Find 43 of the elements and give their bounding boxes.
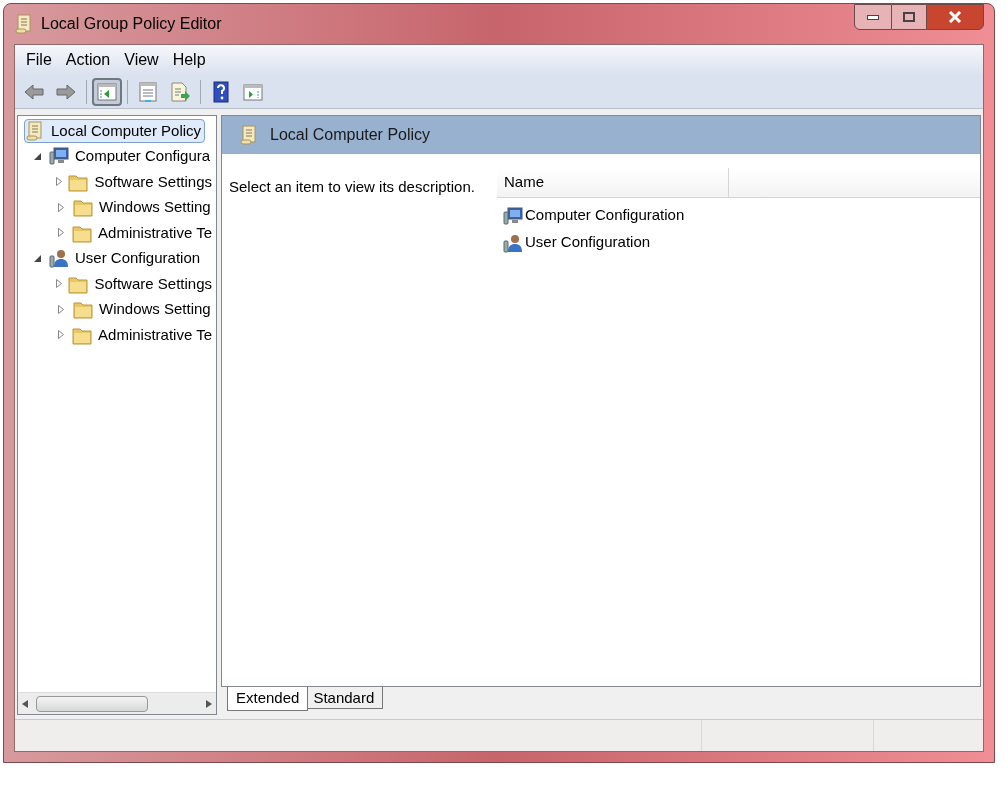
description-text: Select an item to view its description. xyxy=(229,178,475,195)
scroll-icon xyxy=(240,125,258,145)
maximize-icon xyxy=(903,12,915,22)
menu-item[interactable]: Help xyxy=(165,48,213,72)
menu-item[interactable]: View xyxy=(117,48,166,72)
close-button[interactable] xyxy=(926,4,984,30)
tree-item[interactable]: Software Settings xyxy=(67,169,216,194)
tree-item[interactable]: Local Computer Policy xyxy=(24,118,206,143)
horizontal-scrollbar[interactable] xyxy=(18,692,216,714)
tree-item[interactable]: Administrative Te xyxy=(71,322,216,347)
tree-item[interactable]: Windows Setting xyxy=(72,297,215,322)
tree-item[interactable]: User Configuration xyxy=(48,246,205,271)
menu-item[interactable]: File xyxy=(19,48,59,72)
menu-item[interactable]: Action xyxy=(58,48,118,72)
help-icon xyxy=(210,80,232,103)
folder-icon xyxy=(73,197,93,218)
tree-item[interactable]: Software Settings xyxy=(67,271,216,296)
scroll-left-arrow-icon xyxy=(22,699,28,708)
user-icon xyxy=(49,248,69,269)
scrollbar-thumb[interactable] xyxy=(36,695,148,712)
scroll-icon xyxy=(25,120,45,141)
tree-button[interactable] xyxy=(92,77,122,106)
close-icon xyxy=(948,11,962,23)
minimize-button[interactable] xyxy=(854,4,892,30)
list-item[interactable]: Computer Configuration xyxy=(503,202,685,229)
computer-icon xyxy=(503,205,523,226)
tree-item[interactable]: Administrative Te xyxy=(71,220,216,245)
view-tab[interactable]: Extended xyxy=(227,687,309,711)
tree-item[interactable]: Windows Setting xyxy=(72,195,215,220)
list-item[interactable]: User Configuration xyxy=(503,229,651,256)
minimize-icon xyxy=(867,14,879,20)
details-title: Local Computer Policy xyxy=(270,125,431,145)
scroll-right-arrow-icon xyxy=(206,699,212,708)
folder-icon xyxy=(73,299,93,320)
computer-icon xyxy=(49,146,69,167)
export-list-icon xyxy=(169,80,191,103)
scroll-icon xyxy=(15,14,33,34)
show-tree-icon xyxy=(96,80,118,103)
properties-icon xyxy=(137,80,159,103)
window-title: Local Group Policy Editor xyxy=(41,14,222,34)
user-icon xyxy=(503,232,523,253)
tree-item[interactable]: Computer Configura xyxy=(48,144,215,169)
maximize-button[interactable] xyxy=(892,4,926,30)
